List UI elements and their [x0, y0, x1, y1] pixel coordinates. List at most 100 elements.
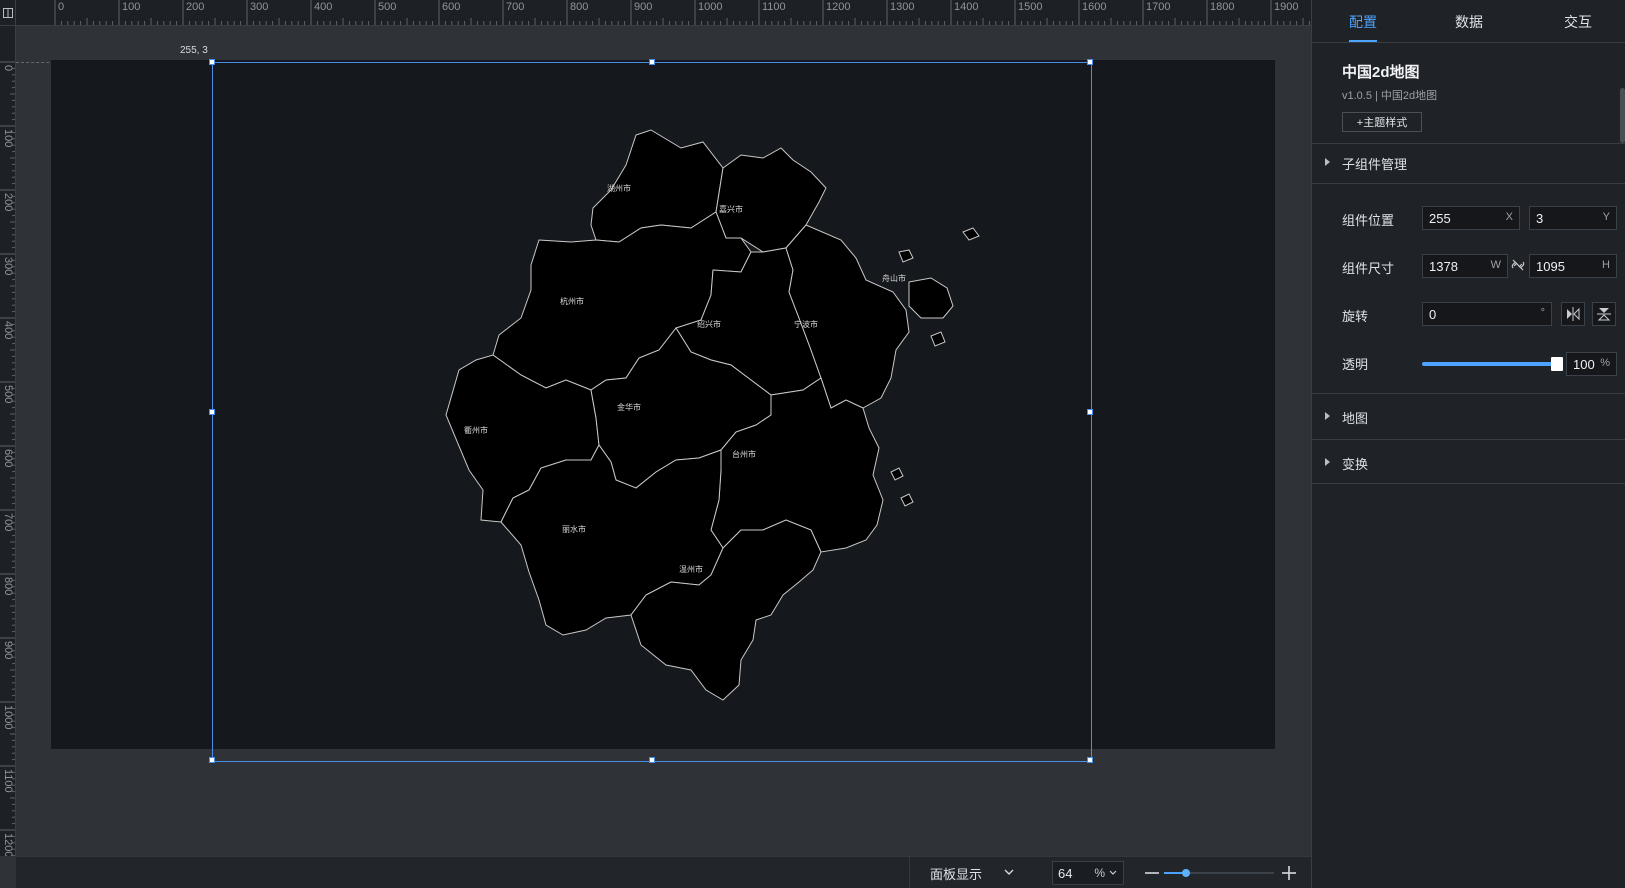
- vertical-ruler[interactable]: 0 100 200 300 400 500 600 700 800 900 1000 1100 1200: [0, 26, 16, 856]
- opacity-input[interactable]: 100 %: [1566, 352, 1617, 376]
- y-value: 3: [1536, 210, 1544, 226]
- city-label: 丽水市: [562, 524, 586, 534]
- ruler-label: 800: [2, 577, 14, 596]
- resize-handle-s[interactable]: [649, 757, 655, 763]
- ruler-label: 1000: [698, 1, 723, 13]
- zhejiang-map[interactable]: 湖州市嘉兴市杭州市绍兴市 宁波市 舟山市衢州市 金华市台州市丽水市温州市: [51, 60, 1275, 749]
- section-map-label: 地图: [1342, 411, 1369, 426]
- resize-handle-se[interactable]: [1087, 757, 1093, 763]
- opacity-slider[interactable]: [1422, 362, 1556, 366]
- opacity-label: 透明: [1342, 357, 1369, 372]
- city-label: 台州市: [732, 449, 756, 459]
- caret-right-icon: [1325, 158, 1330, 166]
- ruler-label: 900: [2, 641, 14, 660]
- config-sidebar: 配置 数据 交互 中国2d地图 v1.0.5 | 中国2d地图 +主题样式 子组…: [1311, 0, 1625, 888]
- caret-right-icon: [1325, 412, 1330, 420]
- aspect-lock-icon[interactable]: [1511, 258, 1525, 272]
- zoom-slider[interactable]: [1164, 869, 1274, 877]
- ruler-label: 600: [2, 449, 14, 468]
- ruler-label: 0: [2, 65, 14, 72]
- x-input[interactable]: 255 X: [1422, 206, 1520, 230]
- resize-handle-sw[interactable]: [209, 757, 215, 763]
- horizontal-ruler[interactable]: 0 100 200 300 400 500 600 700 800 900 1000 1100 1200…: [16, 0, 1311, 26]
- ruler-label: 1200: [2, 833, 14, 856]
- section-child-manage[interactable]: 子组件管理: [1312, 143, 1625, 183]
- ruler-label: 100: [122, 1, 141, 13]
- sidebar-scrollbar[interactable]: [1620, 88, 1625, 143]
- ruler-label: 100: [2, 129, 14, 148]
- ruler-label: 400: [314, 1, 333, 13]
- region-zhoushan: [908, 277, 954, 319]
- section-divider: [1312, 483, 1625, 484]
- ruler-label: 1000: [2, 705, 14, 730]
- city-label: 舟山市: [882, 273, 906, 283]
- height-unit: H: [1602, 259, 1610, 271]
- width-value: 1378: [1429, 258, 1458, 274]
- city-label: 宁波市: [794, 319, 818, 329]
- section-transform-label: 变换: [1342, 457, 1369, 472]
- tab-data[interactable]: 数据: [1455, 12, 1483, 32]
- theme-style-button[interactable]: +主题样式: [1342, 112, 1422, 132]
- editor-workspace: 0 100 200 300 400 500 600 700 800 900 1000 1100 1200…: [0, 0, 1311, 888]
- x-value: 255: [1429, 210, 1451, 226]
- component-title: 中国2d地图: [1342, 64, 1420, 81]
- island-5: [900, 493, 914, 507]
- ruler-label: 200: [2, 193, 14, 212]
- city-label: 温州市: [679, 564, 703, 574]
- panel-display-select[interactable]: 面板显示: [909, 857, 1029, 888]
- flip-horizontal-button[interactable]: [1561, 302, 1585, 326]
- zoom-input[interactable]: 64 %: [1052, 861, 1124, 885]
- crosshair-icon: [2, 8, 13, 18]
- section-map[interactable]: 地图: [1312, 393, 1625, 439]
- chevron-down-icon: [1004, 869, 1014, 875]
- active-tab-indicator: [1349, 40, 1377, 42]
- width-input[interactable]: 1378 W: [1422, 254, 1508, 278]
- ruler-corner[interactable]: [0, 0, 16, 26]
- city-label: 绍兴市: [697, 319, 721, 329]
- rotate-unit: °: [1540, 307, 1545, 319]
- ruler-label: 400: [2, 321, 14, 340]
- zoom-unit: %: [1094, 866, 1105, 880]
- flip-horizontal-icon: [1567, 307, 1580, 321]
- city-label: 嘉兴市: [719, 204, 743, 214]
- ruler-label: 1300: [890, 1, 915, 13]
- panel-display-label: 面板显示: [930, 866, 983, 882]
- bottom-toolbar: 面板显示 64 %: [16, 856, 1311, 888]
- rotate-value: 0: [1429, 306, 1437, 322]
- ruler-label: 1100: [2, 769, 14, 793]
- ruler-label: 500: [2, 385, 14, 404]
- ruler-label: 200: [186, 1, 205, 13]
- canvas[interactable]: 湖州市 嘉兴市 杭州市 绍兴市 宁波市 舟山市 衢州市 金华市 台州市 丽水市 温州市: [51, 60, 1275, 749]
- rotate-label: 旋转: [1342, 309, 1369, 324]
- ruler-label: 700: [2, 513, 14, 532]
- zoom-out-icon[interactable]: [1143, 864, 1161, 882]
- city-label: 金华市: [617, 402, 641, 412]
- height-input[interactable]: 1095 H: [1529, 254, 1617, 278]
- rotate-input[interactable]: 0 °: [1422, 302, 1552, 326]
- ruler-label: 500: [378, 1, 397, 13]
- chevron-down-icon: [1109, 870, 1117, 875]
- ruler-label: 600: [442, 1, 461, 13]
- zoom-in-icon[interactable]: [1280, 864, 1298, 882]
- flip-vertical-button[interactable]: [1592, 302, 1616, 326]
- ruler-label: 1200: [826, 1, 851, 13]
- opacity-unit: %: [1600, 357, 1610, 369]
- caret-right-icon: [1325, 458, 1330, 466]
- ruler-label: 1700: [1146, 1, 1171, 13]
- ruler-label: 900: [634, 1, 653, 13]
- section-child-manage-label: 子组件管理: [1342, 157, 1408, 172]
- size-label: 组件尺寸: [1342, 261, 1395, 276]
- width-unit: W: [1490, 259, 1501, 271]
- flip-vertical-icon: [1597, 308, 1611, 321]
- opacity-slider-thumb[interactable]: [1551, 357, 1563, 371]
- tab-interaction[interactable]: 交互: [1564, 12, 1592, 32]
- component-version: v1.0.5 | 中国2d地图: [1342, 90, 1438, 102]
- y-input[interactable]: 3 Y: [1529, 206, 1617, 230]
- tab-config[interactable]: 配置: [1349, 12, 1377, 32]
- city-label: 杭州市: [560, 296, 584, 306]
- zoom-slider-thumb[interactable]: [1182, 869, 1190, 877]
- position-tag: 255, 3: [180, 45, 208, 56]
- ruler-label: 700: [506, 1, 525, 13]
- ruler-label: 1900: [1274, 1, 1299, 13]
- section-transform[interactable]: 变换: [1312, 439, 1625, 483]
